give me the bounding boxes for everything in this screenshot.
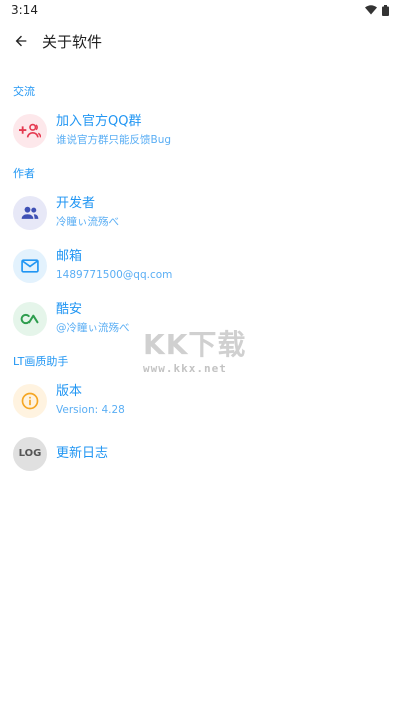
section-header-author: 作者 xyxy=(13,167,35,180)
info-icon xyxy=(21,392,39,409)
item-title: 邮箱 xyxy=(56,249,83,264)
item-icon-container xyxy=(13,301,47,336)
item-icon-container xyxy=(13,113,47,148)
item-subtitle: Version: 4.28 xyxy=(56,404,125,416)
changelog-item[interactable]: LOG 更新日志 xyxy=(0,427,400,480)
status-icons xyxy=(365,4,389,16)
item-subtitle: 1489771500@qq.com xyxy=(56,269,173,281)
status-bar: 3:14 xyxy=(0,0,400,20)
coolapk-icon xyxy=(20,313,39,324)
back-button[interactable] xyxy=(10,30,32,52)
page-title: 关于软件 xyxy=(42,32,103,51)
join-qq-group-item[interactable]: 加入官方QQ群 谁说官方群只能反馈Bug xyxy=(0,104,400,157)
item-icon-container xyxy=(13,383,47,418)
item-icon-container xyxy=(13,195,47,230)
app-bar: 关于软件 xyxy=(0,20,400,62)
section-header-exchange: 交流 xyxy=(13,85,35,98)
item-subtitle: @冷瞳ぃ流殇べ xyxy=(56,322,130,334)
version-item[interactable]: 版本 Version: 4.28 xyxy=(0,374,400,427)
arrow-back-icon xyxy=(15,35,27,47)
status-time: 3:14 xyxy=(11,3,38,17)
section-header-lt: LT画质助手 xyxy=(13,355,69,368)
log-icon: LOG xyxy=(18,448,42,459)
item-subtitle: 冷瞳ぃ流殇べ xyxy=(56,216,119,228)
battery-icon xyxy=(382,4,389,16)
item-icon-container xyxy=(13,248,47,283)
item-title: 开发者 xyxy=(56,196,96,211)
wifi-icon xyxy=(365,5,377,15)
email-item[interactable]: 邮箱 1489771500@qq.com xyxy=(0,239,400,292)
coolapk-item[interactable]: 酷安 @冷瞳ぃ流殇べ xyxy=(0,292,400,345)
item-title: 加入官方QQ群 xyxy=(56,114,142,129)
item-title: 酷安 xyxy=(56,302,83,317)
item-icon-container: LOG xyxy=(13,436,47,471)
developer-item[interactable]: 开发者 冷瞳ぃ流殇べ xyxy=(0,186,400,239)
item-title: 更新日志 xyxy=(56,446,109,461)
mail-icon xyxy=(21,258,39,273)
item-title: 版本 xyxy=(56,384,83,399)
item-subtitle: 谁说官方群只能反馈Bug xyxy=(56,134,172,146)
people-icon xyxy=(21,206,39,219)
group-add-icon xyxy=(19,123,41,137)
